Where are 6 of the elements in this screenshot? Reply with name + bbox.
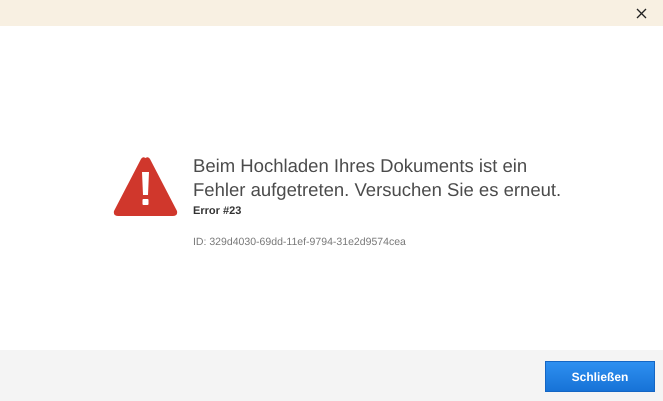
warning-icon (112, 155, 179, 218)
close-button[interactable]: Schließen (545, 361, 655, 392)
error-message: Beim Hochladen Ihres Dokuments ist ein Fehler aufgetreten. Versuchen Sie es erneut. (193, 154, 562, 202)
error-id: ID: 329d4030-69dd-11ef-9794-31e2d9574cea (193, 234, 407, 250)
close-icon[interactable] (636, 8, 647, 18)
error-code: Error #23 (193, 204, 242, 219)
